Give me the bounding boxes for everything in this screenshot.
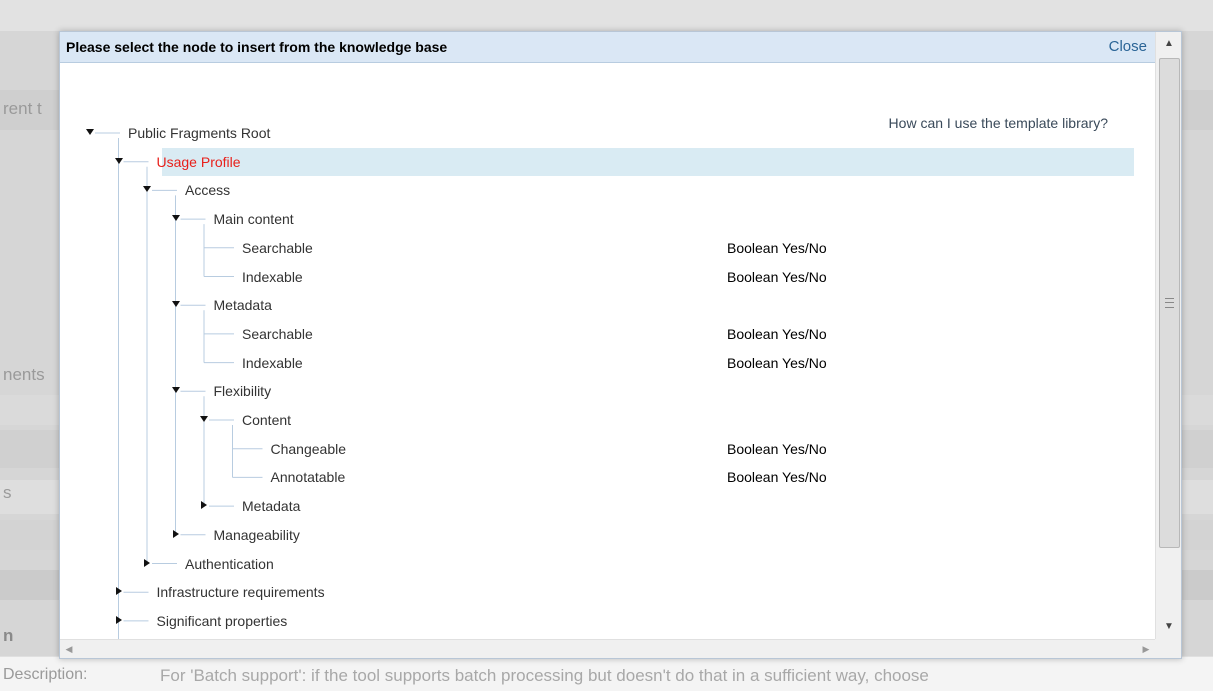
horizontal-scrollbar[interactable]: ◀ ▶ [60,639,1155,658]
tree-node-label[interactable]: Indexable [242,355,303,371]
description-label: Description: [3,666,88,683]
dialog-title: Please select the node to insert from th… [66,39,448,55]
tree-row[interactable]: Access [60,176,1155,204]
tree-row[interactable]: Indexable Boolean Yes/No [60,349,1155,377]
tree-node-label[interactable]: Metadata [214,297,272,313]
tree-row[interactable]: Usage Profile [60,147,1155,176]
scroll-down-icon[interactable]: ▼ [1156,615,1181,639]
tree-node-label[interactable]: Flexibility [214,383,272,399]
triangle-down-icon[interactable] [114,157,123,165]
scroll-up-icon[interactable]: ▲ [1156,32,1181,56]
vertical-scrollbar[interactable]: ▲ ▼ [1155,32,1181,639]
tree-row[interactable]: Changeable Boolean Yes/No [60,435,1155,463]
tree-node-type: Boolean Yes/No [727,440,827,457]
tree-node-label[interactable]: Access [185,182,230,198]
close-button[interactable]: Close [1109,38,1147,55]
scroll-left-icon[interactable]: ◀ [60,640,78,658]
tree-node-label[interactable]: Searchable [242,326,313,342]
tree-node-label[interactable]: Manageability [214,527,300,543]
triangle-down-icon[interactable] [143,185,151,193]
selected-row-highlight [162,147,1134,176]
tree-node-label[interactable]: Significant properties [157,613,288,629]
tree-row[interactable]: Indexable Boolean Yes/No [60,263,1155,291]
tree-node-label[interactable]: Public Fragments Root [128,125,270,141]
tree-row[interactable]: Authentication [60,550,1155,578]
triangle-down-icon[interactable] [171,300,180,308]
triangle-down-icon[interactable] [171,214,180,222]
tree-node-label[interactable]: Searchable [242,240,313,256]
dialog-content: How can I use the template library? Publ… [60,63,1155,658]
tree-node-label[interactable]: Changeable [271,441,347,457]
tree-row[interactable]: Manageability [60,521,1155,549]
tree-row[interactable]: Infrastructure requirements [60,578,1155,606]
tree-node-label[interactable]: Indexable [242,269,303,285]
scrollbar-corner [1155,639,1181,658]
tree-row[interactable]: Significant properties [60,607,1155,635]
tree-node-type: Boolean Yes/No [727,354,827,371]
tree-node-label[interactable]: Usage Profile [157,154,241,170]
triangle-right-icon[interactable] [115,615,123,624]
tree-row[interactable]: Content [60,406,1155,434]
tree-node-label[interactable]: Authentication [185,556,274,572]
triangle-right-icon[interactable] [115,587,123,596]
tree-node-label[interactable]: Metadata [242,498,300,514]
triangle-right-icon[interactable] [172,529,180,538]
triangle-right-icon[interactable] [200,501,208,510]
background-fragment: rent t [3,99,42,118]
dialog-header: Please select the node to insert from th… [60,32,1155,63]
tree-row[interactable]: Metadata [60,291,1155,319]
tree-node-type: Boolean Yes/No [727,239,827,256]
tree-node-label[interactable]: Content [242,412,291,428]
background-fragment: n [3,626,14,645]
tree-node-label[interactable]: Annotatable [271,469,346,485]
tree-row[interactable]: Public Fragments Root [60,119,1155,147]
tree-row[interactable]: Metadata [60,492,1155,520]
triangle-down-icon[interactable] [86,128,94,136]
scroll-right-icon[interactable]: ▶ [1137,640,1155,658]
background-band [0,0,1213,31]
triangle-right-icon[interactable] [143,558,151,567]
tree-row[interactable]: Searchable Boolean Yes/No [60,234,1155,262]
tree-row[interactable]: Main content [60,205,1155,233]
triangle-down-icon[interactable] [171,386,180,394]
tree-node-type: Boolean Yes/No [727,325,827,342]
tree-row[interactable]: Annotatable Boolean Yes/No [60,463,1155,491]
grip-icon [1165,298,1174,308]
description-text: For 'Batch support': if the tool support… [160,666,929,685]
background-fragment: nents [3,365,45,384]
knowledge-base-dialog: Please select the node to insert from th… [59,31,1182,659]
tree-node-label[interactable]: Main content [214,211,294,227]
tree-row[interactable]: Searchable Boolean Yes/No [60,320,1155,348]
tree-row[interactable]: Flexibility [60,377,1155,405]
background-fragment: s [3,483,12,502]
tree-node-type: Boolean Yes/No [727,469,827,486]
node-tree: Public Fragments Root Usage Profile Access… [60,63,1155,658]
scrollbar-thumb[interactable] [1159,58,1180,548]
triangle-down-icon[interactable] [200,415,208,423]
tree-node-label[interactable]: Infrastructure requirements [157,584,325,600]
tree-node-type: Boolean Yes/No [727,268,827,285]
